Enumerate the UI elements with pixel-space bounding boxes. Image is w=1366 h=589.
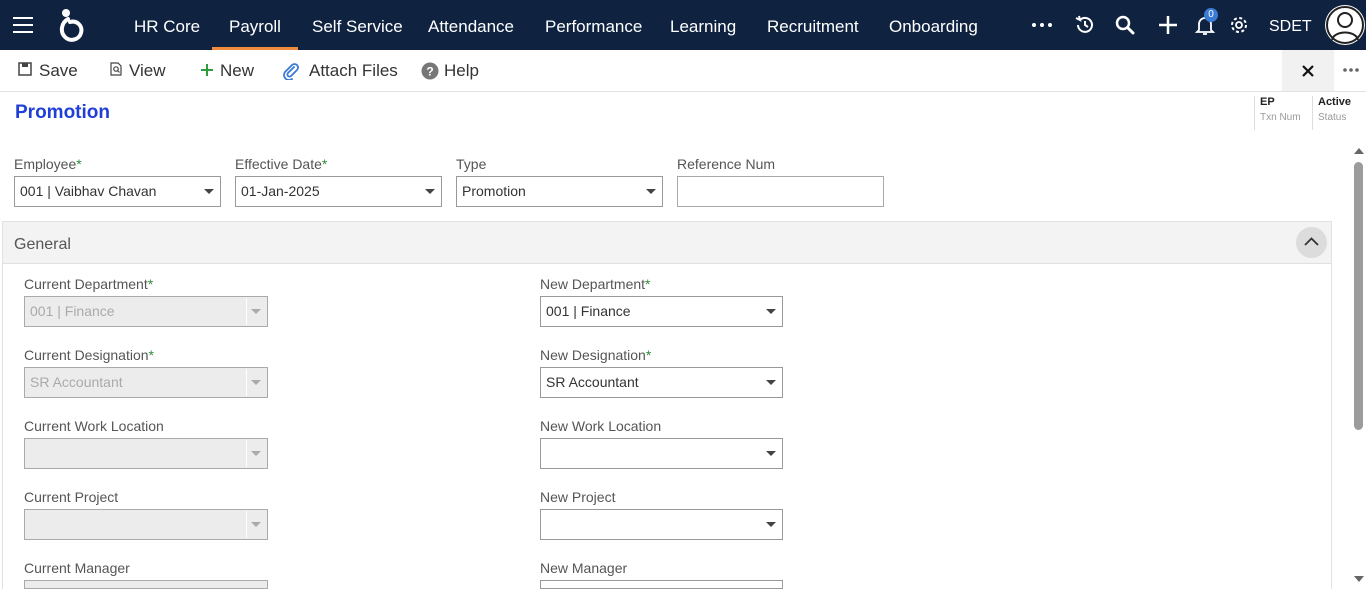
close-icon [1302,65,1314,77]
attach-files-button[interactable]: Attach Files [282,50,398,92]
new-designation-label: New Designation* [540,347,652,363]
new-project-select[interactable] [540,509,783,540]
reference-num-label: Reference Num [677,156,776,172]
save-label: Save [39,61,78,80]
chevron-down-icon [251,309,261,314]
new-department-label: New Department* [540,276,651,292]
notification-badge: 0 [1204,8,1218,22]
new-work-location-select[interactable] [540,438,783,469]
chevron-down-icon [766,522,776,527]
current-department-label: Current Department* [24,276,154,292]
type-select[interactable]: Promotion [456,176,663,207]
chevron-down-icon [425,189,435,194]
txn-num-label: Txn Num [1260,112,1301,123]
current-manager-label: Current Manager [24,560,130,576]
history-icon[interactable] [1073,13,1097,37]
toolbar: Save View New Attach Files ? Help [0,50,1366,92]
current-department-select: 001 | Finance [24,296,268,327]
current-manager-select [24,580,268,589]
new-work-location-label: New Work Location [540,418,662,434]
chevron-down-icon [251,380,261,385]
nav-hr-core[interactable]: HR Core [134,0,200,50]
scroll-up-arrow[interactable] [1354,148,1364,154]
user-name[interactable]: SDET [1269,0,1312,54]
employee-select[interactable]: 001 | Vaibhav Chavan [14,176,221,207]
current-designation-label: Current Designation* [24,347,154,363]
chevron-up-icon [1304,237,1319,246]
new-project-label: New Project [540,489,616,505]
search-icon[interactable] [1113,13,1137,37]
view-label: View [129,61,166,80]
chevron-down-icon [766,309,776,314]
collapse-button[interactable] [1296,227,1327,258]
current-work-location-label: Current Work Location [24,418,164,434]
effective-date-select[interactable]: 01-Jan-2025 [235,176,442,207]
gear-icon[interactable] [1227,13,1251,37]
nav-performance[interactable]: Performance [545,0,642,50]
paperclip-icon [283,63,299,80]
plus-icon [201,64,213,76]
help-label: Help [444,61,479,80]
chevron-down-icon [646,189,656,194]
current-work-location-select [24,438,268,469]
add-icon[interactable] [1156,13,1180,37]
attach-files-label: Attach Files [309,61,398,80]
scroll-down-arrow[interactable] [1354,576,1364,582]
svg-text:?: ? [426,65,433,79]
app-logo[interactable] [58,7,84,48]
current-designation-select: SR Accountant [24,367,268,398]
chevron-down-icon [766,451,776,456]
top-navigation-bar: HR Core Payroll Self Service Attendance … [0,0,1366,50]
menu-icon[interactable] [13,17,33,33]
nav-onboarding[interactable]: Onboarding [889,0,978,50]
scrollbar-thumb[interactable] [1354,162,1363,430]
new-manager-label: New Manager [540,560,628,576]
new-manager-select[interactable] [540,580,783,589]
general-section-header[interactable]: General [3,222,1331,264]
help-icon: ? [421,62,439,80]
status-value: Active [1318,96,1352,108]
save-icon [18,62,32,76]
chevron-down-icon [766,380,776,385]
chevron-down-icon [251,522,261,527]
txn-num-value: EP [1260,96,1275,108]
page-title: Promotion [15,102,110,123]
chevron-down-icon [251,451,261,456]
nav-self-service[interactable]: Self Service [312,0,403,50]
view-button[interactable]: View [109,50,169,92]
nav-learning[interactable]: Learning [670,0,736,50]
current-project-label: Current Project [24,489,119,505]
help-button[interactable]: ? Help [421,50,481,92]
more-icon[interactable] [1030,13,1054,37]
avatar[interactable] [1325,5,1365,45]
new-label: New [220,61,255,80]
save-button[interactable]: Save [18,50,78,92]
nav-recruitment[interactable]: Recruitment [767,0,859,50]
close-button[interactable] [1282,50,1334,91]
more-options-icon[interactable] [1342,60,1362,80]
current-project-select [24,509,268,540]
section-title: General [14,236,71,253]
type-label: Type [456,156,487,172]
view-icon [110,62,122,76]
new-designation-select[interactable]: SR Accountant [540,367,783,398]
chevron-down-icon [204,189,214,194]
employee-label: Employee* [14,156,82,172]
new-button[interactable]: New [199,50,259,92]
txn-num-box: EP Txn Num [1254,96,1310,130]
nav-payroll[interactable]: Payroll [212,0,298,50]
effective-date-label: Effective Date* [235,156,328,172]
status-label: Status [1318,112,1347,123]
new-department-select[interactable]: 001 | Finance [540,296,783,327]
status-box: Active Status [1312,96,1362,130]
reference-num-input[interactable] [677,176,884,207]
nav-attendance[interactable]: Attendance [428,0,514,50]
